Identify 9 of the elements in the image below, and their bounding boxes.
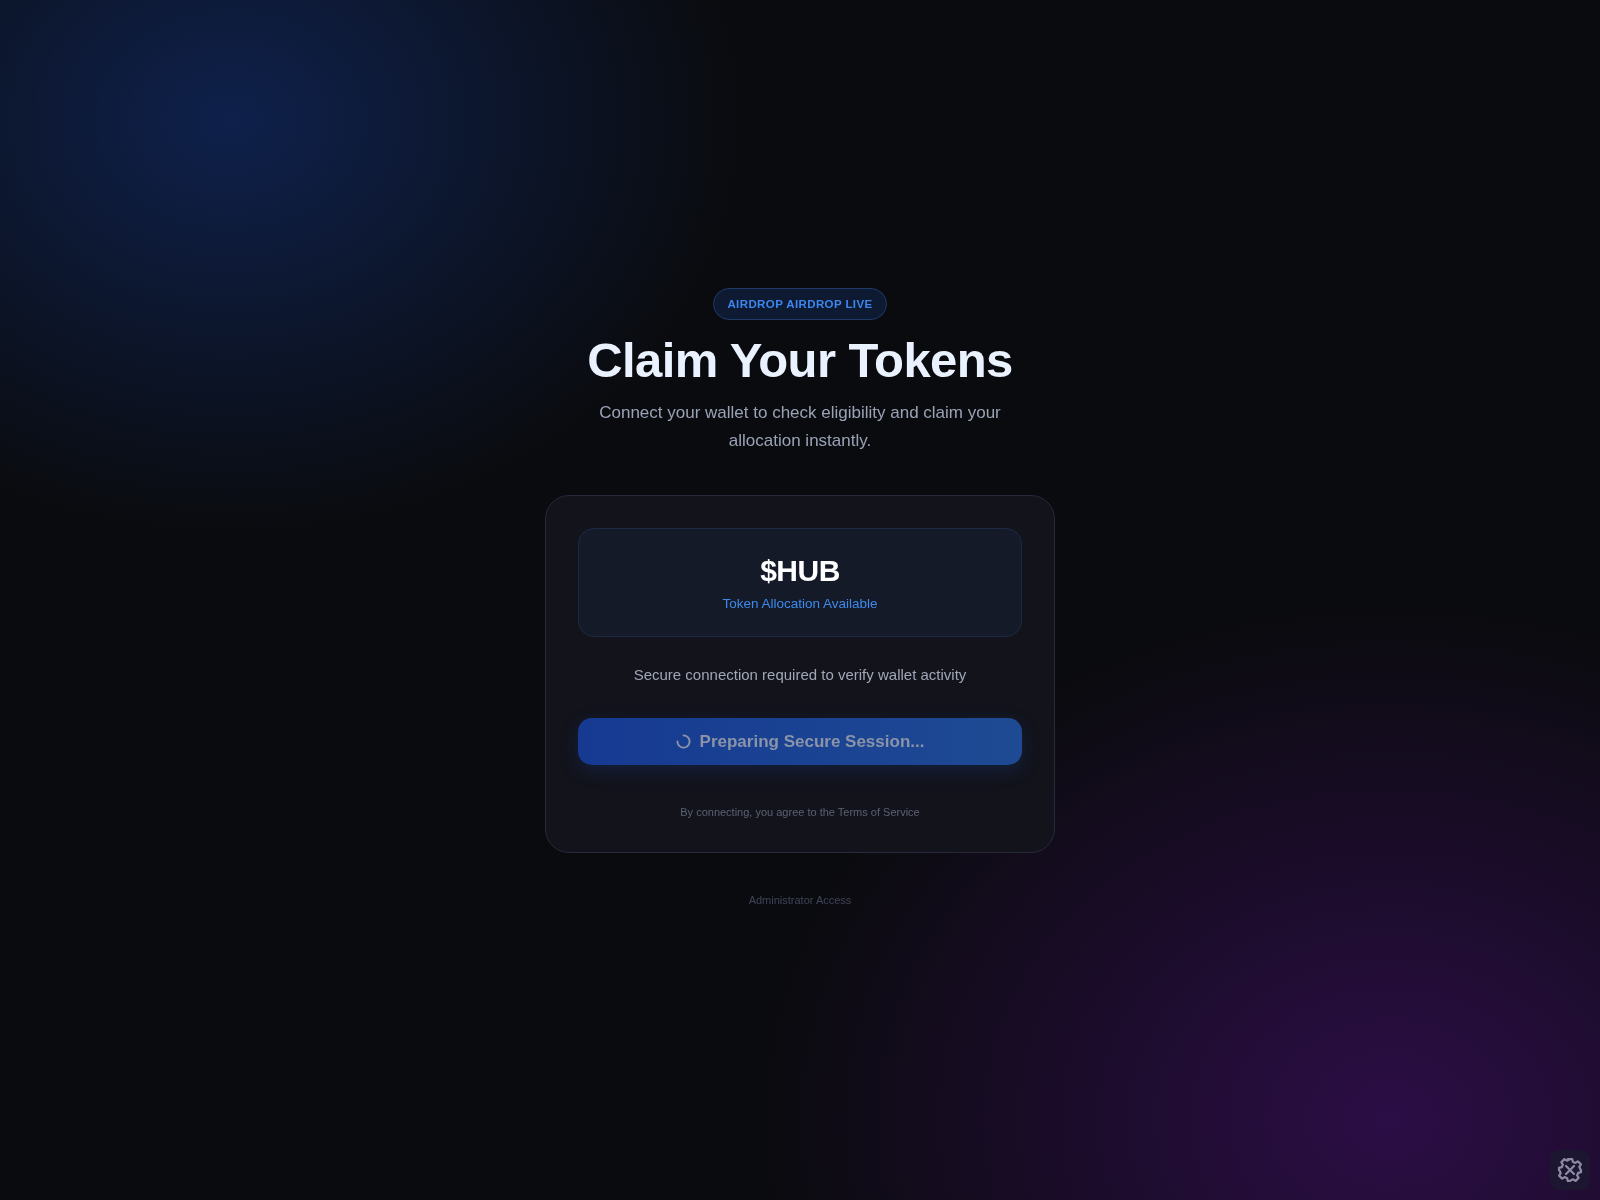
token-caption: Token Allocation Available [722, 595, 878, 613]
token-symbol: $HUB [760, 553, 840, 589]
terms-text: By connecting, you agree to the Terms of Service [679, 805, 921, 819]
page-subtitle: Connect your wallet to check eligibility and claim your allocation instantly. [598, 402, 1002, 452]
settings-icon[interactable] [1550, 1150, 1590, 1190]
admin-link[interactable]: Administrator Access [748, 893, 852, 907]
notice-text: Secure connection required to verify wallet activity [632, 665, 968, 685]
page-title: Claim Your Tokens [587, 332, 1013, 389]
status-badge: AIRDROP AIRDROP LIVE [713, 288, 887, 320]
